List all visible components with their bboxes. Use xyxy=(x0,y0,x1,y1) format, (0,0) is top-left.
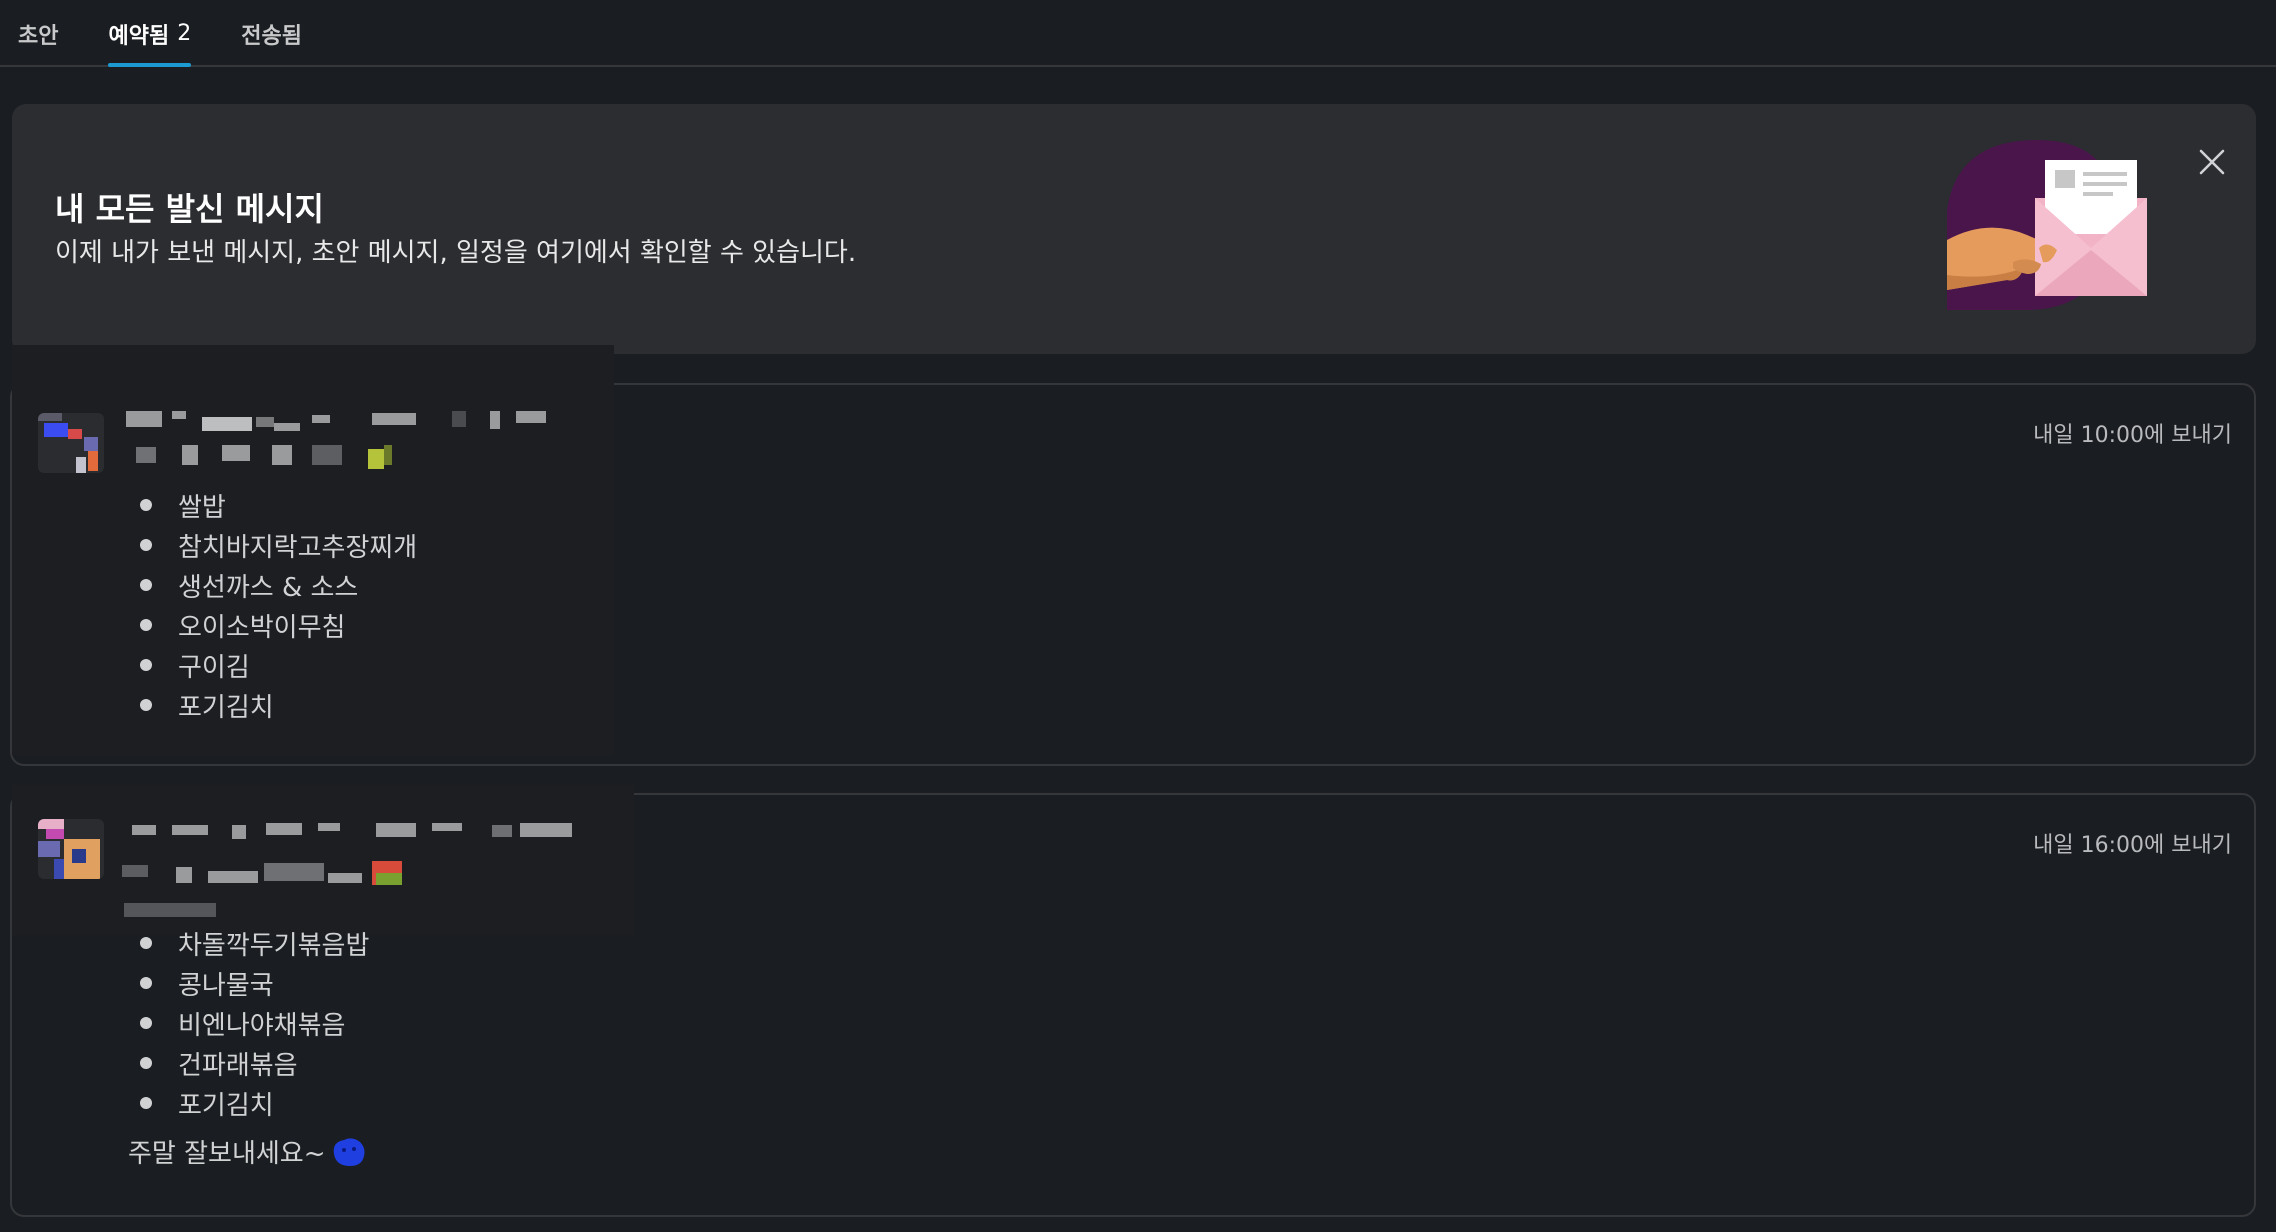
list-item: 건파래볶음 xyxy=(138,1043,369,1083)
list-item-text: 건파래볶음 xyxy=(178,1050,298,1081)
closing-line: 주말 잘보내세요~ xyxy=(128,1133,366,1170)
bullet-icon xyxy=(140,539,152,551)
menu-list: 쌀밥 참치바지락고추장찌개 생선까스 & 소스 오이소박이무침 구이김 포기김치 xyxy=(138,485,417,725)
blue-blob-emoji-icon xyxy=(333,1137,364,1166)
list-item: 비엔나야채볶음 xyxy=(138,1003,369,1043)
scheduled-message[interactable]: 내일 10:00에 보내기 쌀밥 참치바지락고추장찌개 생선까스 & 소스 오이… xyxy=(10,345,2256,766)
bullet-icon xyxy=(140,619,152,631)
envelope-illustration xyxy=(1947,140,2147,310)
scheduled-message[interactable]: 내일 16:00에 보내기 차돌깍두기볶음밥 콩나물국 비엔나야채볶음 건파래볶… xyxy=(10,785,2256,1217)
tab-scheduled[interactable]: 예약됨 2 xyxy=(108,0,192,67)
info-banner: 내 모든 발신 메시지 이제 내가 보낸 메시지, 초안 메시지, 일정을 여기… xyxy=(12,104,2256,354)
bullet-icon xyxy=(140,1097,152,1109)
bullet-icon xyxy=(140,1017,152,1029)
list-item: 콩나물국 xyxy=(138,963,369,1003)
tab-sent[interactable]: 전송됨 xyxy=(241,0,302,65)
send-time: 내일 16:00에 보내기 xyxy=(2033,833,2232,858)
bullet-icon xyxy=(140,1057,152,1069)
list-item-text: 포기김치 xyxy=(178,692,274,723)
bullet-icon xyxy=(140,937,152,949)
list-item: 생선까스 & 소스 xyxy=(138,565,417,605)
avatar xyxy=(38,819,104,879)
tab-scheduled-label: 예약됨 xyxy=(108,23,170,49)
close-button[interactable] xyxy=(2192,142,2232,182)
tab-drafts[interactable]: 초안 xyxy=(18,0,58,65)
redacted-area xyxy=(12,785,634,935)
list-item: 구이김 xyxy=(138,645,417,685)
list-item-text: 오이소박이무침 xyxy=(178,612,346,643)
list-item: 포기김치 xyxy=(138,685,417,725)
bullet-icon xyxy=(140,659,152,671)
list-item: 오이소박이무침 xyxy=(138,605,417,645)
list-item: 쌀밥 xyxy=(138,485,417,525)
bullet-icon xyxy=(140,499,152,511)
list-item-text: 콩나물국 xyxy=(178,970,274,1001)
tab-bar: 초안 예약됨 2 전송됨 xyxy=(0,0,2276,67)
close-icon xyxy=(2199,149,2225,175)
list-item-text: 생선까스 & 소스 xyxy=(178,572,359,603)
list-item: 참치바지락고추장찌개 xyxy=(138,525,417,565)
menu-list: 차돌깍두기볶음밥 콩나물국 비엔나야채볶음 건파래볶음 포기김치 xyxy=(138,923,369,1123)
tab-scheduled-count: 2 xyxy=(177,21,192,46)
list-item-text: 쌀밥 xyxy=(178,492,226,523)
bullet-icon xyxy=(140,977,152,989)
send-time: 내일 10:00에 보내기 xyxy=(2033,423,2232,448)
list-item: 포기김치 xyxy=(138,1083,369,1123)
bullet-icon xyxy=(140,699,152,711)
list-item-text: 구이김 xyxy=(178,652,250,683)
banner-subtitle: 이제 내가 보낸 메시지, 초안 메시지, 일정을 여기에서 확인할 수 있습니… xyxy=(55,238,857,268)
list-item: 차돌깍두기볶음밥 xyxy=(138,923,369,963)
banner-title: 내 모든 발신 메시지 xyxy=(55,190,324,228)
list-item-text: 포기김치 xyxy=(178,1090,274,1121)
list-item-text: 차돌깍두기볶음밥 xyxy=(178,930,370,961)
list-item-text: 비엔나야채볶음 xyxy=(178,1010,346,1041)
list-item-text: 참치바지락고추장찌개 xyxy=(178,532,418,563)
tab-sent-label: 전송됨 xyxy=(241,23,302,49)
bullet-icon xyxy=(140,579,152,591)
tab-drafts-label: 초안 xyxy=(18,23,59,49)
closing-text: 주말 잘보내세요~ xyxy=(128,1139,326,1169)
avatar xyxy=(38,413,104,473)
